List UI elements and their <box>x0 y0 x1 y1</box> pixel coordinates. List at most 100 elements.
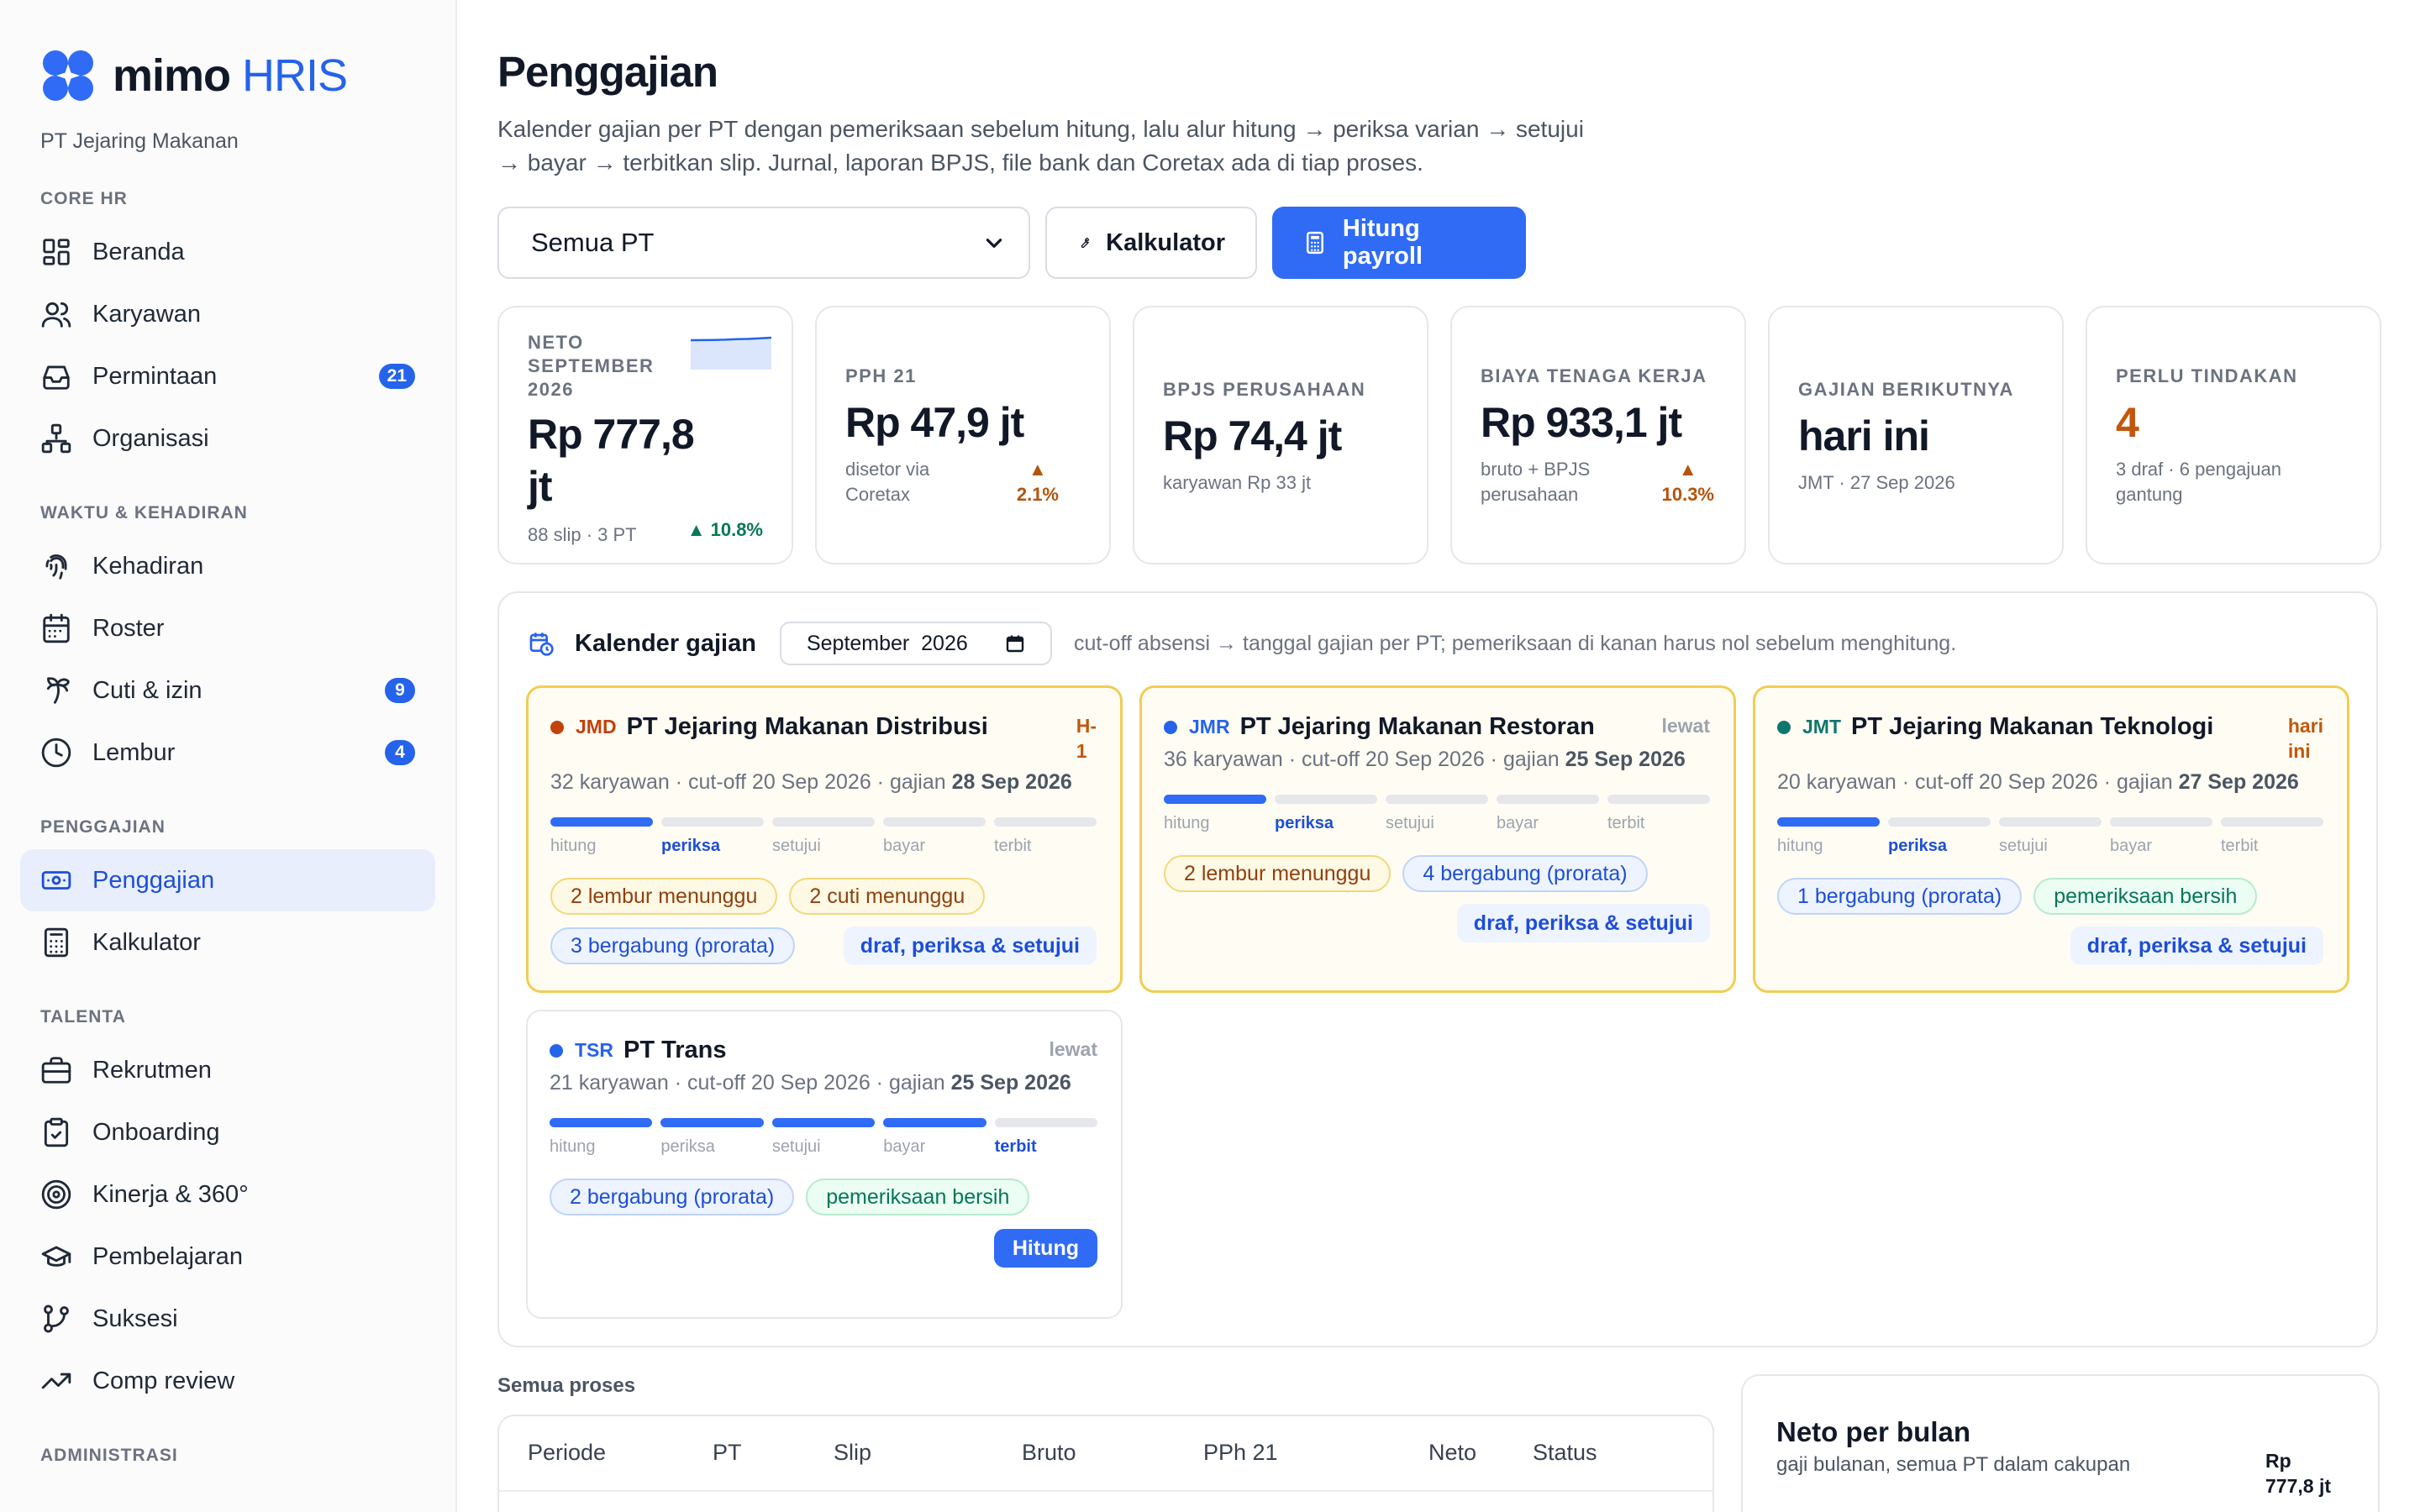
sidebar-item-label: Rekrutmen <box>92 1056 212 1084</box>
all-processes-label: Semua proses <box>497 1374 636 1397</box>
pt-code: JMD <box>576 716 617 738</box>
pt-card-jmd[interactable]: JMD PT Jejaring Makanan Distribusi H- 1 … <box>526 685 1123 993</box>
step-bayar: bayar <box>1497 795 1599 833</box>
kpi-value: Rp 47,9 jt <box>845 399 1024 446</box>
sidebar-item-kehadiran[interactable]: Kehadiran <box>20 535 435 597</box>
sidebar-item-kalkulator[interactable]: Kalkulator <box>20 911 435 974</box>
step-label: bayar <box>1497 814 1539 832</box>
check-pill[interactable]: 3 bergabung (prorata) <box>550 927 796 964</box>
check-pill[interactable]: 2 bergabung (prorata) <box>550 1179 795 1215</box>
sidebar-item-label: Kinerja & 360° <box>92 1180 249 1208</box>
kpi-card-action-needed[interactable]: PERLU TINDAKAN 4 3 draf · 6 pengajuan ga… <box>2086 306 2381 564</box>
kpi-sub: JMT · 27 Sep 2026 <box>1798 472 1955 493</box>
draft-review-approve-button[interactable]: draf, periksa & setujui <box>1456 904 1710 942</box>
payroll-steps: hitung periksa setujui bayar terbit <box>1164 795 1710 833</box>
sidebar-item-label: Comp review <box>92 1367 235 1394</box>
pt-meta: 20 karyawan · cut-off 20 Sep 2026 · gaji… <box>1777 769 2315 795</box>
step-terbit: terbit <box>2221 817 2323 856</box>
fingerprint-icon <box>45 554 67 580</box>
column-header[interactable]: PT <box>713 1440 742 1466</box>
kpi-row: NETO SEPTEMBER 2026 Rp 777,8 jt 88 slip … <box>497 306 2381 564</box>
sidebar-item-roster[interactable]: Roster <box>20 597 435 659</box>
pt-card-tsr[interactable]: TSR PT Trans lewat 21 karyawan · cut-off… <box>526 1010 1123 1319</box>
run-payroll-button-label: Hitung payroll <box>1342 215 1423 270</box>
nav-section-title: PENGGAJIAN <box>40 817 166 837</box>
sidebar-item-penggajian[interactable]: Penggajian <box>20 849 435 911</box>
column-header[interactable]: Bruto <box>1022 1440 1076 1466</box>
step-bar <box>994 817 1097 827</box>
run-payroll-button[interactable]: Hitung payroll <box>1272 207 1526 279</box>
sidebar-item-comp-review[interactable]: Comp review <box>20 1350 435 1412</box>
step-hitung: hitung <box>550 1118 653 1157</box>
pt-card-header: JMR PT Jejaring Makanan Restoran lewat <box>1164 713 1710 741</box>
sidebar-item-label: Cuti & izin <box>92 676 203 704</box>
kpi-card-labor-cost[interactable]: BIAYA TENAGA KERJA Rp 933,1 jt bruto + B… <box>1450 306 1746 564</box>
calendar-title: Kalender gajian <box>575 629 756 657</box>
column-header[interactable]: Periode <box>528 1440 606 1466</box>
sidebar-item-kinerja-360[interactable]: Kinerja & 360° <box>20 1163 435 1226</box>
step-label: setujui <box>771 1137 821 1156</box>
sidebar-item-pembelajaran[interactable]: Pembelajaran <box>20 1226 435 1288</box>
kpi-card-bpjs[interactable]: BPJS PERUSAHAAN Rp 74,4 jt karyawan Rp 3… <box>1133 306 1428 564</box>
check-pill[interactable]: 4 bergabung (prorata) <box>1402 855 1648 892</box>
kpi-sub: karyawan Rp 33 jt <box>1163 472 1312 493</box>
sidebar-item-rekrutmen[interactable]: Rekrutmen <box>20 1039 435 1101</box>
draft-review-approve-button[interactable]: draf, periksa & setujui <box>843 927 1097 965</box>
sidebar-item-lembur[interactable]: Lembur 4 <box>20 722 435 784</box>
kpi-delta: ▲ 2.1% <box>1017 457 1059 507</box>
pt-meta-text: 20 karyawan · cut-off 20 Sep 2026 · gaji… <box>1777 770 2179 794</box>
check-pill[interactable]: 2 lembur menunggu <box>550 878 778 915</box>
sidebar-item-permintaan[interactable]: Permintaan 21 <box>20 345 435 407</box>
company-select[interactable]: Semua PT <box>497 207 1030 279</box>
check-pill[interactable]: 2 lembur menunggu <box>1164 855 1392 892</box>
sidebar-item-organisasi[interactable]: Organisasi <box>20 407 435 470</box>
check-pill[interactable]: pemeriksaan bersih <box>2033 878 2258 915</box>
calendar-icon <box>1006 635 1024 653</box>
inbox-icon <box>43 365 70 390</box>
month-picker[interactable]: September 2026 <box>779 622 1052 665</box>
sidebar-item-onboarding[interactable]: Onboarding <box>20 1101 435 1163</box>
kpi-card-pph21[interactable]: PPH 21 Rp 47,9 jt disetor via Coretax ▲ … <box>815 306 1111 564</box>
dashboard-icon <box>43 239 70 265</box>
pt-name-text: PT Jejaring Makanan Restoran <box>1239 713 1595 740</box>
neto-card-subtitle: gaji bulanan, semua PT dalam cakupan <box>1776 1453 2131 1476</box>
step-label: bayar <box>883 1137 926 1156</box>
kpi-delta-value: 2.1% <box>1016 484 1059 505</box>
check-pill[interactable]: 2 cuti menunggu <box>789 878 986 915</box>
sidebar-item-label: Kehadiran <box>92 552 204 580</box>
step-hitung: hitung <box>1777 817 1880 856</box>
hitung-button[interactable]: Hitung <box>993 1229 1097 1268</box>
page-description: Kalender gajian per PT dengan pemeriksaa… <box>497 116 1584 176</box>
sidebar-item-cuti-izin[interactable]: Cuti & izin 9 <box>20 659 435 722</box>
column-header[interactable]: Slip <box>834 1440 871 1466</box>
column-header[interactable]: Status <box>1533 1440 1597 1466</box>
brand[interactable]: mimo HRIS <box>20 47 435 104</box>
step-bar <box>994 1118 1098 1127</box>
pt-card-jmr[interactable]: JMR PT Jejaring Makanan Restoran lewat 3… <box>1139 685 1736 993</box>
step-periksa: periksa <box>660 1118 764 1157</box>
sidebar-item-beranda[interactable]: Beranda <box>20 221 435 283</box>
check-pill[interactable]: 1 bergabung (prorata) <box>1777 878 2023 915</box>
sidebar-item-suksesi[interactable]: Suksesi <box>20 1288 435 1350</box>
calendar-clock-icon <box>529 633 554 656</box>
sidebar-item-karyawan[interactable]: Karyawan <box>20 283 435 345</box>
calculator-icon <box>1306 231 1323 255</box>
toolbar: Semua PT Kalkulator Hitung payroll <box>497 207 1526 279</box>
check-pill[interactable]: pemeriksaan bersih <box>806 1179 1030 1215</box>
kpi-card-next-payday[interactable]: GAJIAN BERIKUTNYA hari ini JMT · 27 Sep … <box>1768 306 2064 564</box>
step-label: periksa <box>660 1137 715 1156</box>
column-header[interactable]: PPh 21 <box>1203 1440 1278 1466</box>
step-label: hitung <box>1164 814 1210 832</box>
step-label: terbit <box>1607 814 1645 832</box>
main-content: Penggajian Kalender gajian per PT dengan… <box>497 0 2420 1512</box>
pt-card-jmt[interactable]: JMT PT Jejaring Makanan Teknologi hari i… <box>1753 685 2349 993</box>
status-dot <box>550 720 564 734</box>
payroll-calendar: Kalender gajian September 2026 cut-off a… <box>497 591 2378 1347</box>
draft-review-approve-button[interactable]: draf, periksa & setujui <box>2070 927 2323 965</box>
step-terbit: terbit <box>994 817 1097 856</box>
sidebar-nav: CORE HR Beranda Karyawan Permintaan 21 Organi… <box>20 189 435 1466</box>
trending-up-icon <box>41 1373 71 1389</box>
kpi-card-neto[interactable]: NETO SEPTEMBER 2026 Rp 777,8 jt 88 slip … <box>497 306 793 564</box>
calculator-button[interactable]: Kalkulator <box>1045 207 1257 279</box>
column-header[interactable]: Neto <box>1428 1440 1476 1466</box>
